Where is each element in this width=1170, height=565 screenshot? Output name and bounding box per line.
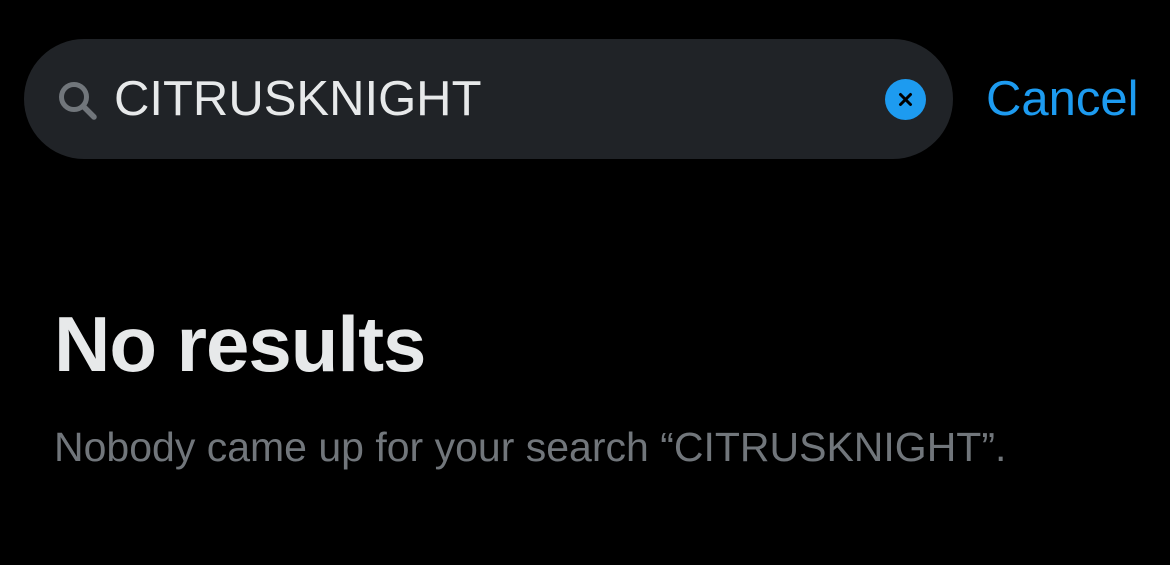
no-results-title: No results <box>54 300 426 388</box>
search-input[interactable] <box>114 66 854 132</box>
clear-search-button[interactable] <box>885 79 926 120</box>
cancel-button[interactable]: Cancel <box>986 66 1139 132</box>
no-results-message: Nobody came up for your search “CITRUSKN… <box>54 424 1007 470</box>
search-icon <box>56 79 100 123</box>
close-icon <box>898 92 913 107</box>
